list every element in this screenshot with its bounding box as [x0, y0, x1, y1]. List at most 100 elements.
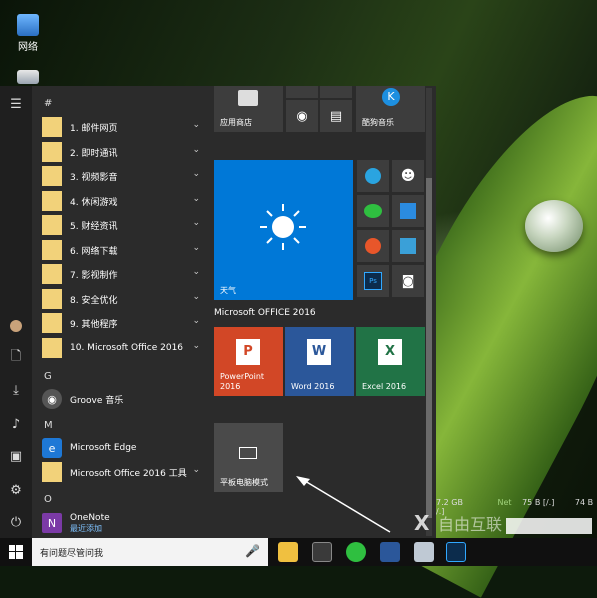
photo-viewer-icon[interactable] — [414, 542, 434, 562]
chevron-down-icon: ⌄ — [192, 120, 200, 130]
webcam-icon: ◉ — [296, 108, 308, 124]
start-rail: ☰ 🗋 ⤓ ♪ ▣ ⚙ ⏻ — [0, 86, 32, 538]
network-icon — [17, 14, 39, 36]
tile-store[interactable]: 应用商店 — [214, 86, 283, 132]
tile-camera-app[interactable]: ◙ — [392, 265, 424, 297]
sun-icon — [260, 204, 306, 250]
folder-icon — [42, 338, 62, 358]
tile-photos[interactable] — [392, 230, 424, 262]
start-button[interactable] — [0, 538, 32, 566]
start-menu: ☰ 🗋 ⤓ ♪ ▣ ⚙ ⏻ # 1. 邮件网页 ⌄ 2. 即时通讯 ⌄ 3. 视频影… — [0, 86, 436, 538]
folder-icon — [42, 191, 62, 211]
tile-tablet-mode[interactable]: 平板电脑模式 — [214, 423, 283, 492]
desktop-icon-network[interactable]: 网络 — [8, 14, 48, 53]
folder-icon — [42, 215, 62, 235]
arrow-annotation — [296, 476, 391, 533]
browser-360-icon[interactable] — [346, 542, 366, 562]
app-list: # 1. 邮件网页 ⌄ 2. 即时通讯 ⌄ 3. 视频影音 ⌄ 4. 休闲游戏 ⌄ 5.… — [32, 86, 208, 538]
list-item[interactable]: 2. 即时通讯 ⌄ — [42, 141, 208, 163]
onenote-icon: N — [42, 513, 62, 533]
tile-powerpoint[interactable]: P PowerPoint 2016 — [214, 327, 283, 396]
desktop-icon-recycle-bin[interactable] — [8, 70, 48, 86]
photoshop-icon: Ps — [364, 272, 382, 290]
app-icon — [400, 203, 416, 219]
chevron-down-icon: ⌄ — [192, 194, 200, 204]
svg-text:X: X — [414, 511, 430, 535]
download-icon[interactable]: ⤓ — [0, 376, 32, 404]
tile-qq[interactable]: ☻ — [392, 160, 424, 192]
picture-icon[interactable]: ▣ — [0, 442, 32, 470]
calculator-icon[interactable] — [312, 542, 332, 562]
folder-icon — [42, 313, 62, 333]
tile-wechat[interactable] — [357, 195, 389, 227]
photoshop-icon[interactable] — [446, 542, 466, 562]
user-avatar-icon[interactable] — [0, 312, 32, 340]
tile-small[interactable] — [320, 86, 352, 98]
group-header: O — [44, 494, 52, 505]
folder-icon — [42, 240, 62, 260]
browser-icon — [365, 238, 381, 254]
settings-icon[interactable]: ⚙ — [0, 476, 32, 504]
wechat-icon — [364, 204, 382, 218]
tile-photoshop[interactable]: Ps — [357, 265, 389, 297]
tile-kugou[interactable]: K 酷狗音乐 — [356, 86, 425, 132]
list-item[interactable]: e Microsoft Edge — [42, 437, 208, 459]
windows-logo-icon — [9, 545, 23, 559]
tile-weather[interactable]: 天气 — [214, 160, 353, 300]
list-item[interactable]: 4. 休闲游戏 ⌄ — [42, 190, 208, 212]
scrollbar-thumb[interactable] — [426, 178, 432, 518]
list-item[interactable]: 7. 影视制作 ⌄ — [42, 263, 208, 285]
tile-sketch[interactable] — [392, 195, 424, 227]
recycle-bin-icon — [17, 70, 39, 84]
tile-camera[interactable]: ◉ — [286, 100, 318, 132]
chevron-down-icon: ⌄ — [192, 267, 200, 277]
tile-word[interactable]: W Word 2016 — [285, 327, 354, 396]
list-item[interactable]: 10. Microsoft Office 2016 ⌄ — [42, 337, 208, 359]
list-item[interactable]: 1. 邮件网页 ⌄ — [42, 116, 208, 138]
tile-excel[interactable]: X Excel 2016 — [356, 327, 425, 396]
word-icon[interactable] — [380, 542, 400, 562]
list-item[interactable]: 3. 视频影音 ⌄ — [42, 165, 208, 187]
list-item[interactable]: 5. 财经资讯 ⌄ — [42, 214, 208, 236]
laptop-icon — [239, 447, 257, 459]
hamburger-icon[interactable]: ☰ — [0, 90, 32, 118]
chevron-down-icon: ⌄ — [192, 292, 200, 302]
chat-icon: ▤ — [329, 108, 343, 124]
svg-text:自由互联: 自由互联 — [438, 515, 502, 534]
browser-360-icon — [365, 168, 381, 184]
tile-group-title: Microsoft OFFICE 2016 — [214, 308, 316, 318]
groove-icon: ◉ — [42, 389, 62, 409]
music-icon[interactable]: ♪ — [0, 410, 32, 438]
tile-360[interactable] — [357, 160, 389, 192]
folder-icon — [42, 142, 62, 162]
store-icon — [238, 90, 258, 106]
list-item[interactable]: ◉ Groove 音乐 — [42, 388, 208, 410]
folder-icon — [42, 117, 62, 137]
document-icon[interactable]: 🗋 — [0, 344, 32, 372]
list-item[interactable]: Microsoft Office 2016 工具 ⌄ — [42, 461, 208, 483]
search-input[interactable]: 有问题尽管问我 🎤 — [32, 538, 268, 566]
folder-icon — [42, 166, 62, 186]
folder-icon — [42, 289, 62, 309]
tile-maxthon[interactable] — [357, 230, 389, 262]
powerpoint-icon: P — [236, 339, 260, 365]
file-explorer-icon[interactable] — [278, 542, 298, 562]
qq-icon: ☻ — [400, 168, 416, 184]
list-item[interactable]: 8. 安全优化 ⌄ — [42, 288, 208, 310]
list-item[interactable]: N OneNote 最近添加 — [42, 510, 208, 536]
photos-icon — [400, 238, 416, 254]
chevron-down-icon: ⌄ — [192, 316, 200, 326]
power-icon[interactable]: ⏻ — [0, 508, 32, 536]
list-item[interactable]: 6. 网络下载 ⌄ — [42, 239, 208, 261]
microphone-icon[interactable]: 🎤 — [245, 544, 260, 558]
tile-chat[interactable]: ▤ — [320, 100, 352, 132]
kugou-icon: K — [382, 88, 400, 106]
scrollbar[interactable] — [426, 88, 432, 536]
tile-small[interactable] — [286, 86, 318, 98]
edge-icon: e — [42, 438, 62, 458]
chevron-down-icon: ⌄ — [192, 243, 200, 253]
list-item[interactable]: 9. 其他程序 ⌄ — [42, 312, 208, 334]
word-icon: W — [307, 339, 331, 365]
water-drop — [525, 200, 583, 252]
chevron-down-icon: ⌄ — [192, 218, 200, 228]
